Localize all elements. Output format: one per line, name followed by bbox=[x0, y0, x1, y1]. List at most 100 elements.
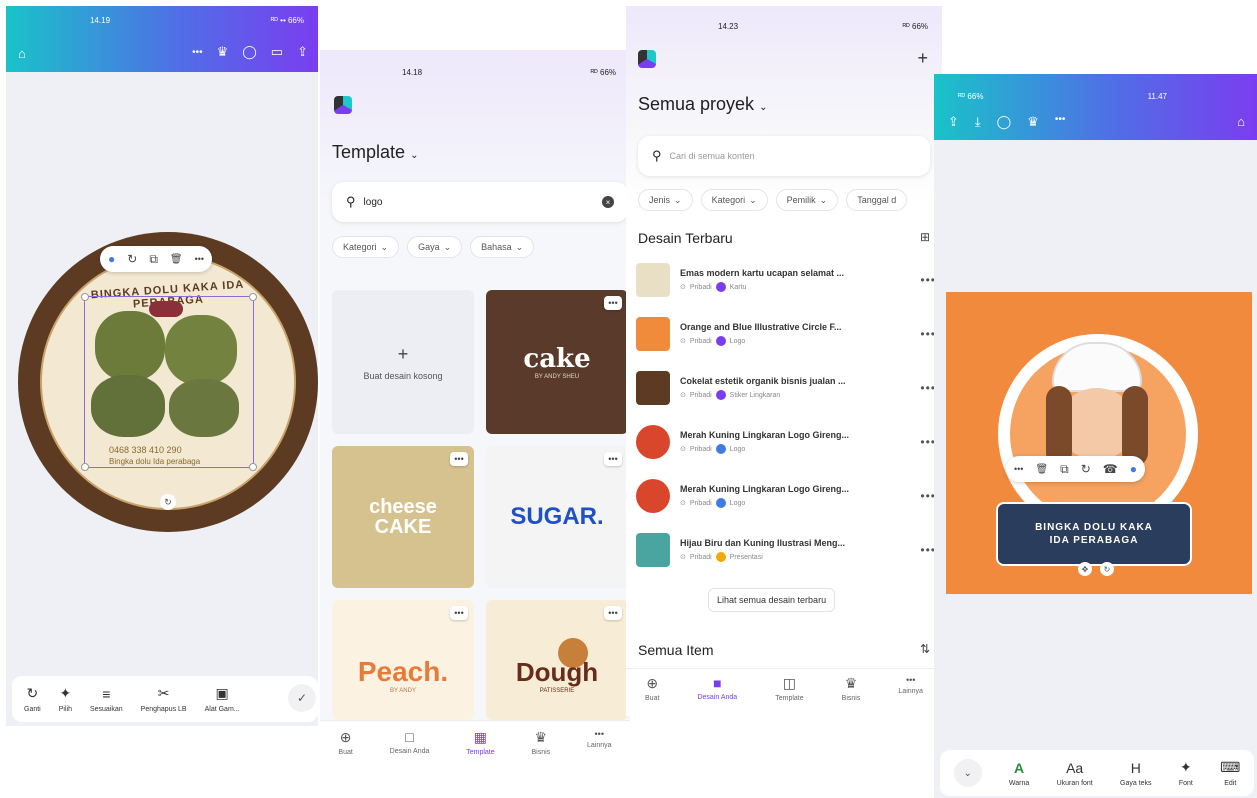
add-button[interactable]: + bbox=[917, 48, 928, 69]
crown-icon[interactable]: ♛ bbox=[217, 44, 229, 60]
template-tile-dough[interactable]: Dough PATISSERIE ••• bbox=[486, 600, 628, 720]
filter-gaya[interactable]: Gaya ⌄ bbox=[407, 236, 463, 258]
lock-icon: ⊙ bbox=[680, 500, 686, 507]
crown-icon[interactable]: ♛ bbox=[1027, 114, 1039, 130]
nav-more[interactable]: ••• Lainnya bbox=[898, 675, 923, 695]
replace-icon[interactable]: ↻ bbox=[1081, 462, 1091, 476]
image-icon: ▣ bbox=[215, 685, 229, 701]
resize-handle[interactable] bbox=[81, 293, 89, 301]
more-icon[interactable]: ••• bbox=[604, 606, 622, 620]
list-item[interactable]: Orange and Blue Illustrative Circle F...… bbox=[636, 312, 936, 356]
tool-replace[interactable]: ↻ Ganti bbox=[24, 685, 41, 713]
present-icon[interactable]: ▭ bbox=[271, 44, 283, 60]
list-item[interactable]: Merah Kuning Lingkaran Logo Gireng... ⊙ Pr… bbox=[636, 474, 936, 518]
share-icon[interactable]: ⇪ bbox=[948, 114, 959, 130]
grid-view-icon[interactable]: ⊞ bbox=[920, 230, 930, 244]
page-title[interactable]: Template ⌄ bbox=[332, 142, 418, 163]
list-item[interactable]: Cokelat estetik organik bisnis jualan ..… bbox=[636, 366, 936, 410]
design-thumbnail bbox=[636, 317, 670, 351]
list-item[interactable]: Hijau Biru dan Kuning Ilustrasi Meng... ⊙… bbox=[636, 528, 936, 572]
share-icon[interactable]: ⇪ bbox=[297, 44, 308, 60]
duplicate-icon[interactable]: ⧉ bbox=[149, 252, 158, 267]
list-item[interactable]: Emas modern kartu ucapan selamat ... ⊙ Pri… bbox=[636, 258, 936, 302]
color-icon[interactable]: ● bbox=[108, 252, 115, 266]
canva-logo-icon[interactable] bbox=[638, 50, 656, 68]
page-title[interactable]: Semua proyek ⌄ bbox=[638, 94, 767, 115]
tool-bg-remover[interactable]: ✂ Penghapus LB bbox=[141, 685, 187, 713]
filter-kategori[interactable]: Kategori ⌄ bbox=[332, 236, 400, 258]
delete-icon[interactable]: 🗑 bbox=[170, 254, 183, 265]
comment-icon[interactable]: ◯ bbox=[997, 114, 1012, 130]
status-signal: ᴿᴰ 66% bbox=[590, 68, 616, 77]
filter-tanggal[interactable]: Tanggal d bbox=[846, 189, 908, 211]
filter-bahasa[interactable]: Bahasa ⌄ bbox=[470, 236, 535, 258]
design-canvas[interactable]: BINGKA DOLU KAKA IDA PERABAGA ✥ ↻ bbox=[946, 292, 1252, 594]
replace-icon[interactable]: ↻ bbox=[127, 252, 137, 266]
color-icon[interactable]: ● bbox=[1130, 462, 1137, 476]
nav-create[interactable]: ⊕ Buat bbox=[645, 675, 659, 702]
design-canvas[interactable]: BINGKA DOLU KAKA IDA PERABAGA 0468 338 4… bbox=[18, 232, 318, 532]
duplicate-icon[interactable]: ⧉ bbox=[1060, 462, 1069, 477]
collapse-button[interactable]: ⌄ bbox=[953, 759, 982, 787]
more-icon[interactable]: ••• bbox=[1014, 464, 1023, 474]
product-photo[interactable]: 0468 338 410 290 Bingka dolu Ida perabag… bbox=[81, 293, 257, 471]
template-icon: ◫ bbox=[782, 675, 797, 691]
more-icon[interactable]: ••• bbox=[1055, 114, 1066, 130]
rotate-handle[interactable]: ↻ bbox=[160, 494, 176, 510]
nav-business[interactable]: ♛ Bisnis bbox=[531, 729, 550, 756]
nav-your-designs[interactable]: □ Desain Anda bbox=[390, 729, 430, 755]
confirm-button[interactable]: ✓ bbox=[288, 684, 316, 712]
canva-logo-icon[interactable] bbox=[334, 96, 352, 114]
tool-color[interactable]: A Warna bbox=[1009, 760, 1029, 787]
clear-icon[interactable]: × bbox=[602, 196, 614, 208]
more-icon[interactable]: ••• bbox=[450, 606, 468, 620]
name-banner[interactable]: BINGKA DOLU KAKA IDA PERABAGA bbox=[996, 502, 1192, 566]
download-icon[interactable]: ⤓ bbox=[975, 114, 981, 130]
filter-jenis[interactable]: Jenis ⌄ bbox=[638, 189, 693, 211]
search-input[interactable]: Cari di semua konten bbox=[670, 151, 916, 161]
more-icon[interactable]: ••• bbox=[604, 452, 622, 466]
search-input[interactable]: logo bbox=[364, 197, 594, 208]
template-tile-peach[interactable]: Peach. BY ANDY ••• bbox=[332, 600, 474, 720]
more-icon[interactable]: ••• bbox=[192, 47, 203, 58]
nav-your-designs[interactable]: ■ Desain Anda bbox=[697, 675, 737, 701]
comment-icon[interactable]: ◯ bbox=[242, 44, 257, 60]
list-item[interactable]: Merah Kuning Lingkaran Logo Gireng... ⊙ Pr… bbox=[636, 420, 936, 464]
tool-select[interactable]: ✦ Pilih bbox=[59, 685, 72, 713]
rotate-handle[interactable]: ↻ bbox=[1100, 562, 1114, 576]
tool-adjust[interactable]: ≡ Sesuaikan bbox=[90, 686, 123, 713]
nav-templates[interactable]: ◫ Template bbox=[775, 675, 803, 702]
tool-text-style[interactable]: H Gaya teks bbox=[1120, 760, 1152, 787]
nav-more[interactable]: ••• Lainnya bbox=[587, 729, 612, 749]
tool-font[interactable]: ✦ Font bbox=[1179, 759, 1193, 787]
more-icon[interactable]: ••• bbox=[195, 254, 204, 264]
delete-icon[interactable]: 🗑 bbox=[1035, 464, 1048, 475]
search-bar[interactable]: ⚲ Cari di semua konten bbox=[638, 136, 930, 176]
home-icon[interactable]: ⌂ bbox=[1237, 114, 1245, 129]
template-tile-cheesecake[interactable]: cheese CAKE ••• bbox=[332, 446, 474, 588]
tool-font-size[interactable]: Aa Ukuran font bbox=[1057, 760, 1093, 787]
template-tile-sugar[interactable]: SUGAR. ••• bbox=[486, 446, 628, 588]
nav-templates[interactable]: ▦ Template bbox=[466, 729, 494, 756]
nav-create[interactable]: ⊕ Buat bbox=[338, 729, 352, 756]
create-blank-tile[interactable]: + Buat desain kosong bbox=[332, 290, 474, 434]
move-handle[interactable]: ✥ bbox=[1078, 562, 1092, 576]
link-icon[interactable]: ☎ bbox=[1103, 462, 1118, 476]
more-icon[interactable]: ••• bbox=[604, 296, 622, 310]
tool-image[interactable]: ▣ Alat Gam... bbox=[205, 685, 240, 713]
template-tile-cake[interactable]: cake BY ANDY SHEU ••• bbox=[486, 290, 628, 434]
search-bar[interactable]: ⚲ logo × bbox=[332, 182, 628, 222]
sort-icon[interactable]: ⇅ bbox=[920, 642, 930, 656]
template-icon: ▦ bbox=[473, 729, 488, 745]
resize-handle[interactable] bbox=[249, 293, 257, 301]
see-all-button[interactable]: Lihat semua desain terbaru bbox=[708, 588, 836, 612]
filter-pemilik[interactable]: Pemilik ⌄ bbox=[775, 189, 839, 211]
nav-business[interactable]: ♛ Bisnis bbox=[842, 675, 861, 702]
more-icon[interactable]: ••• bbox=[450, 452, 468, 466]
tool-edit[interactable]: ⌨ Edit bbox=[1220, 759, 1240, 787]
resize-handle[interactable] bbox=[81, 463, 89, 471]
plus-circle-icon: ⊕ bbox=[339, 729, 352, 745]
resize-handle[interactable] bbox=[249, 463, 257, 471]
filter-kategori[interactable]: Kategori ⌄ bbox=[700, 189, 768, 211]
home-icon[interactable]: ⌂ bbox=[18, 46, 26, 61]
